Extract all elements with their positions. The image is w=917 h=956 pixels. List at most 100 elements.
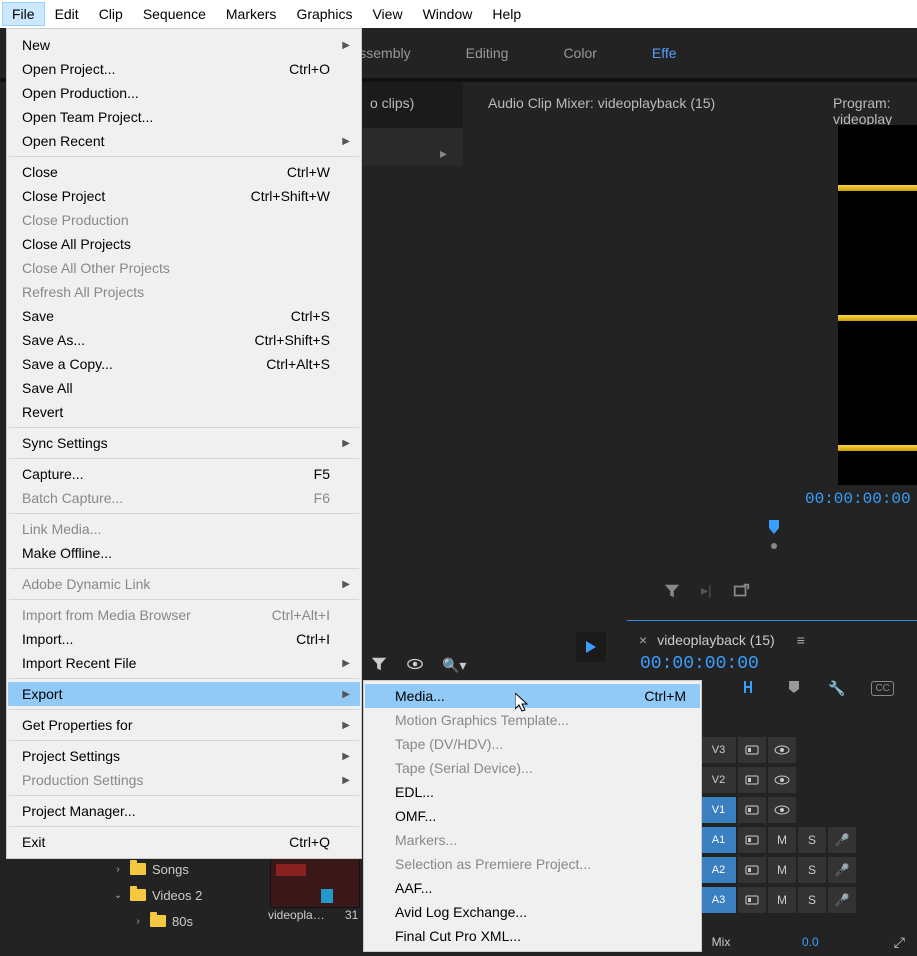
menubar-clip[interactable]: Clip <box>89 2 133 26</box>
menubar-markers[interactable]: Markers <box>216 2 287 26</box>
submenu-item-edl[interactable]: EDL... <box>365 780 700 804</box>
menubar-window[interactable]: Window <box>413 2 483 26</box>
menu-item-close-all-projects[interactable]: Close All Projects <box>8 232 360 256</box>
menu-item-new[interactable]: New▶ <box>8 33 360 57</box>
mute-button[interactable]: M <box>767 826 797 854</box>
submenu-item-omf[interactable]: OMF... <box>365 804 700 828</box>
expand-icon[interactable]: ⤢ <box>894 934 905 951</box>
bin-videos2[interactable]: ⌄ Videos 2 <box>92 882 202 908</box>
sequence-timecode[interactable]: 00:00:00:00 <box>640 654 759 674</box>
menu-item-make-offline[interactable]: Make Offline... <box>8 541 360 565</box>
toggle-track-icon[interactable] <box>737 886 767 914</box>
chevron-right-icon[interactable]: › <box>112 864 124 875</box>
menubar-graphics[interactable]: Graphics <box>286 2 362 26</box>
audio-mixer-tab[interactable]: Audio Clip Mixer: videoplayback (15) <box>488 95 715 111</box>
menu-item-save-a-copy[interactable]: Save a Copy...Ctrl+Alt+S <box>8 352 360 376</box>
track-a1[interactable]: A1 M S 🎤 <box>700 825 917 855</box>
bin-songs[interactable]: › Songs <box>92 856 202 882</box>
wrench-icon[interactable]: 🔧 <box>828 680 845 697</box>
track-label[interactable]: V2 <box>700 766 737 794</box>
menu-item-close-project[interactable]: Close ProjectCtrl+Shift+W <box>8 184 360 208</box>
chevron-down-icon[interactable]: ⌄ <box>112 890 124 901</box>
menu-item-sync-settings[interactable]: Sync Settings▶ <box>8 431 360 455</box>
bin-80s[interactable]: › 80s <box>92 908 202 934</box>
menu-item-import-recent-file[interactable]: Import Recent File▶ <box>8 651 360 675</box>
panel-flyout-icon[interactable]: ▸ <box>440 145 447 162</box>
snap-icon[interactable] <box>742 678 760 699</box>
menubar-help[interactable]: Help <box>482 2 531 26</box>
menubar-file[interactable]: File <box>2 2 45 26</box>
voiceover-icon[interactable]: 🎤 <box>827 856 857 884</box>
track-label[interactable]: V1 <box>700 796 737 824</box>
menu-item-close[interactable]: CloseCtrl+W <box>8 160 360 184</box>
sequence-name[interactable]: videoplayback (15) <box>657 632 775 648</box>
toggle-track-icon[interactable] <box>737 826 767 854</box>
menubar-view[interactable]: View <box>362 2 412 26</box>
menu-item-open-project[interactable]: Open Project...Ctrl+O <box>8 57 360 81</box>
eye-icon[interactable] <box>767 796 797 824</box>
menu-item-capture[interactable]: Capture...F5 <box>8 462 360 486</box>
voiceover-icon[interactable]: 🎤 <box>827 826 857 854</box>
menu-item-exit[interactable]: ExitCtrl+Q <box>8 830 360 854</box>
mute-button[interactable]: M <box>767 856 797 884</box>
program-playhead[interactable] <box>765 520 783 553</box>
menubar-edit[interactable]: Edit <box>45 2 89 26</box>
menu-item-project-manager[interactable]: Project Manager... <box>8 799 360 823</box>
filter-icon[interactable] <box>663 582 681 603</box>
menu-item-import[interactable]: Import...Ctrl+I <box>8 627 360 651</box>
filter-icon[interactable] <box>370 655 388 676</box>
source-panel-tab[interactable]: o clips) <box>370 95 414 111</box>
mute-button[interactable]: M <box>767 886 797 914</box>
program-timecode[interactable]: 00:00:00:00 <box>805 490 911 508</box>
solo-button[interactable]: S <box>797 886 827 914</box>
captions-icon[interactable]: CC <box>871 681 893 696</box>
export-frame-icon[interactable] <box>732 582 750 603</box>
eye-icon[interactable] <box>767 766 797 794</box>
track-label[interactable]: A1 <box>700 826 737 854</box>
toggle-track-icon[interactable] <box>737 796 767 824</box>
step-forward-icon[interactable]: ▸| <box>701 582 712 603</box>
menu-item-save-all[interactable]: Save All <box>8 376 360 400</box>
submenu-item-aaf[interactable]: AAF... <box>365 876 700 900</box>
toggle-track-icon[interactable] <box>737 766 767 794</box>
toggle-track-icon[interactable] <box>737 736 767 764</box>
solo-button[interactable]: S <box>797 826 827 854</box>
menu-item-project-settings[interactable]: Project Settings▶ <box>8 744 360 768</box>
project-play-icon[interactable] <box>576 632 606 662</box>
marker-icon[interactable] <box>786 679 802 698</box>
menu-item-save[interactable]: SaveCtrl+S <box>8 304 360 328</box>
track-label[interactable]: A2 <box>700 856 737 884</box>
voiceover-icon[interactable]: 🎤 <box>827 886 857 914</box>
submenu-item-final-cut-pro-xml[interactable]: Final Cut Pro XML... <box>365 924 700 948</box>
clip-thumbnail[interactable] <box>270 858 360 908</box>
toggle-track-icon[interactable] <box>737 856 767 884</box>
menu-item-revert[interactable]: Revert <box>8 400 360 424</box>
menu-item-open-team-project[interactable]: Open Team Project... <box>8 105 360 129</box>
ws-editing[interactable]: Editing <box>466 45 509 61</box>
eye-icon[interactable] <box>767 736 797 764</box>
solo-button[interactable]: S <box>797 856 827 884</box>
track-a3[interactable]: A3 M S 🎤 <box>700 885 917 915</box>
chevron-right-icon[interactable]: › <box>132 916 144 927</box>
menu-item-export[interactable]: Export▶ <box>8 682 360 706</box>
track-v3[interactable]: V3 <box>700 735 917 765</box>
menu-item-open-production[interactable]: Open Production... <box>8 81 360 105</box>
track-label[interactable]: V3 <box>700 736 737 764</box>
submenu-item-media[interactable]: Media...Ctrl+M <box>365 684 700 708</box>
track-label[interactable]: A3 <box>700 886 737 914</box>
menu-item-get-properties-for[interactable]: Get Properties for▶ <box>8 713 360 737</box>
track-a2[interactable]: A2 M S 🎤 <box>700 855 917 885</box>
ws-effects[interactable]: Effe <box>652 45 677 61</box>
sequence-menu-icon[interactable]: ≡ <box>797 632 805 648</box>
close-icon[interactable]: × <box>639 632 647 648</box>
mix-track[interactable]: Mix 0.0 ⤢ <box>700 928 917 956</box>
track-v2[interactable]: V2 <box>700 765 917 795</box>
track-v1[interactable]: V1 <box>700 795 917 825</box>
mix-value[interactable]: 0.0 <box>802 935 819 949</box>
eye-icon[interactable] <box>406 655 424 676</box>
program-panel-tab[interactable]: Program: videoplay <box>833 95 917 127</box>
submenu-item-avid-log-exchange[interactable]: Avid Log Exchange... <box>365 900 700 924</box>
ws-color[interactable]: Color <box>563 45 596 61</box>
search-icon[interactable]: 🔍▾ <box>442 657 466 674</box>
menubar-sequence[interactable]: Sequence <box>133 2 216 26</box>
